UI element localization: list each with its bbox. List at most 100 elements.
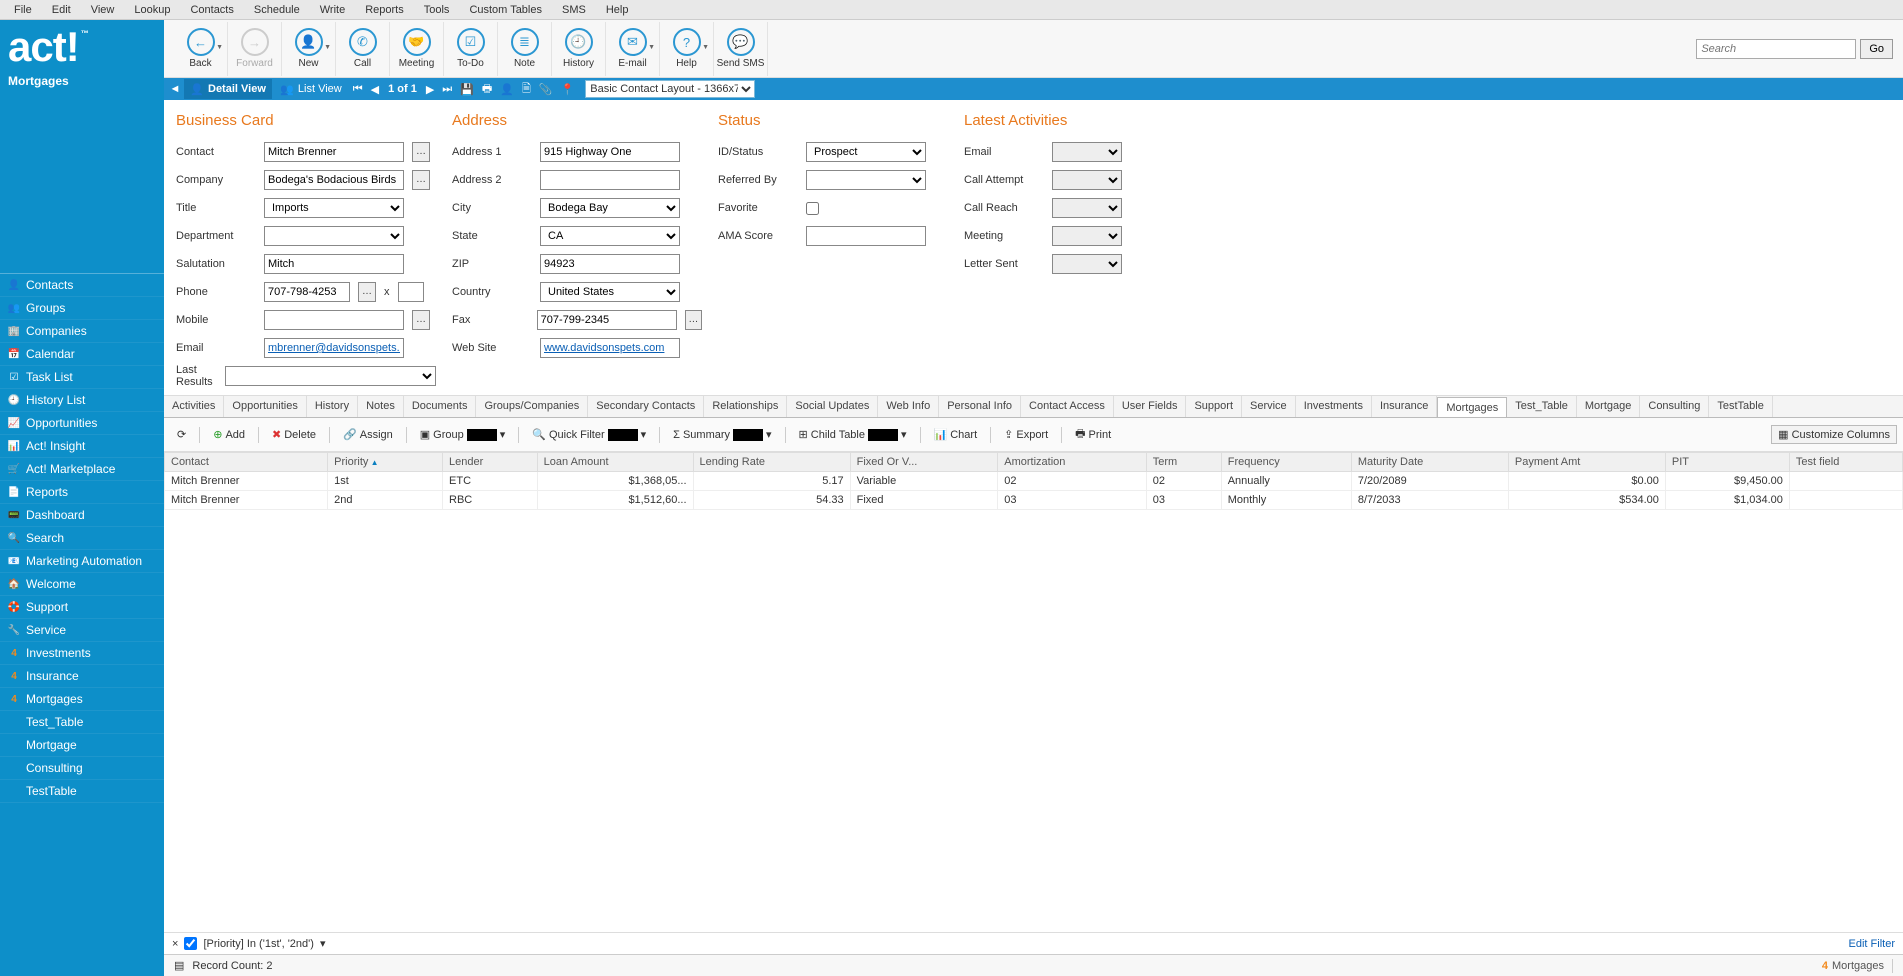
sidebar-item-testtable[interactable]: TestTable xyxy=(0,780,164,803)
menu-view[interactable]: View xyxy=(81,2,125,18)
country-select[interactable]: United States xyxy=(540,282,680,302)
website-field[interactable] xyxy=(540,338,680,358)
address2-field[interactable] xyxy=(540,170,680,190)
tab-opportunities[interactable]: Opportunities xyxy=(224,396,306,417)
tab-secondary-contacts[interactable]: Secondary Contacts xyxy=(588,396,704,417)
chart-button[interactable]: 📊Chart xyxy=(927,425,985,444)
sidebar-item-groups[interactable]: 👥Groups xyxy=(0,297,164,320)
sidebar-item-act-insight[interactable]: 📊Act! Insight xyxy=(0,435,164,458)
sidebar-item-service[interactable]: 🔧Service xyxy=(0,619,164,642)
list-view-button[interactable]: 👥 List View xyxy=(274,79,348,99)
new-button[interactable]: 👤New▼ xyxy=(282,22,336,76)
sidebar-item-dashboard[interactable]: 📟Dashboard xyxy=(0,504,164,527)
tab-insurance[interactable]: Insurance xyxy=(1372,396,1437,417)
tab-history[interactable]: History xyxy=(307,396,358,417)
assign-button[interactable]: 🔗Assign xyxy=(336,425,400,444)
col-lending-rate[interactable]: Lending Rate xyxy=(693,453,850,472)
edit-filter-link[interactable]: Edit Filter xyxy=(1849,938,1895,950)
tab-consulting[interactable]: Consulting xyxy=(1640,396,1709,417)
tab-relationships[interactable]: Relationships xyxy=(704,396,787,417)
referredby-select[interactable] xyxy=(806,170,926,190)
detail-view-button[interactable]: 👤 Detail View xyxy=(184,79,272,99)
tab-personal-info[interactable]: Personal Info xyxy=(939,396,1021,417)
address1-field[interactable] xyxy=(540,142,680,162)
tab-social-updates[interactable]: Social Updates xyxy=(787,396,878,417)
print-button[interactable]: 🖶Print xyxy=(1068,422,1118,447)
export-button[interactable]: ⇪Export xyxy=(997,425,1055,444)
sidebar-item-investments[interactable]: 4Investments xyxy=(0,642,164,665)
contact-icon[interactable]: 👤 xyxy=(497,83,517,96)
mobile-field[interactable] xyxy=(264,310,404,330)
col-pit[interactable]: PIT xyxy=(1665,453,1789,472)
sidebar-item-reports[interactable]: 📄Reports xyxy=(0,481,164,504)
col-maturity-date[interactable]: Maturity Date xyxy=(1351,453,1508,472)
menu-edit[interactable]: Edit xyxy=(42,2,81,18)
sidebar-item-mortgages[interactable]: 4Mortgages xyxy=(0,688,164,711)
contact-field[interactable] xyxy=(264,142,404,162)
menu-custom-tables[interactable]: Custom Tables xyxy=(459,2,552,18)
summary-button[interactable]: ΣSummary ▾ xyxy=(666,425,778,444)
sidebar-item-marketing-automation[interactable]: 📧Marketing Automation xyxy=(0,550,164,573)
help-button[interactable]: ?Help▼ xyxy=(660,22,714,76)
group-button[interactable]: ▣Group ▾ xyxy=(413,425,513,444)
sidebar-item-support[interactable]: 🛟Support xyxy=(0,596,164,619)
col-payment-amt[interactable]: Payment Amt xyxy=(1508,453,1665,472)
sidebar-item-test-table[interactable]: Test_Table xyxy=(0,711,164,734)
tab-documents[interactable]: Documents xyxy=(404,396,477,417)
tab-investments[interactable]: Investments xyxy=(1296,396,1372,417)
col-lender[interactable]: Lender xyxy=(443,453,538,472)
tab-mortgage[interactable]: Mortgage xyxy=(1577,396,1640,417)
department-select[interactable] xyxy=(264,226,404,246)
delete-button[interactable]: ✖Delete xyxy=(265,425,323,444)
company-lookup-button[interactable]: … xyxy=(412,170,430,190)
menu-help[interactable]: Help xyxy=(596,2,639,18)
back-button[interactable]: ←Back▼ xyxy=(174,22,228,76)
col-amortization[interactable]: Amortization xyxy=(998,453,1146,472)
zip-field[interactable] xyxy=(540,254,680,274)
call-button[interactable]: ✆Call xyxy=(336,22,390,76)
col-term[interactable]: Term xyxy=(1146,453,1221,472)
phone-field[interactable] xyxy=(264,282,350,302)
tab-user-fields[interactable]: User Fields xyxy=(1114,396,1187,417)
phone-ext-field[interactable] xyxy=(398,282,424,302)
col-contact[interactable]: Contact xyxy=(165,453,328,472)
childtable-button[interactable]: ⊞Child Table ▾ xyxy=(792,425,914,444)
search-input[interactable] xyxy=(1696,39,1856,59)
la-lettersent-select[interactable] xyxy=(1052,254,1122,274)
salutation-field[interactable] xyxy=(264,254,404,274)
fax-field[interactable] xyxy=(537,310,677,330)
phone-lookup-button[interactable]: … xyxy=(358,282,376,302)
col-priority[interactable]: Priority ▲ xyxy=(328,453,443,472)
sidebar-item-contacts[interactable]: 👤Contacts xyxy=(0,274,164,297)
col-frequency[interactable]: Frequency xyxy=(1221,453,1351,472)
refresh-button[interactable]: ⟳ xyxy=(170,425,193,444)
menu-schedule[interactable]: Schedule xyxy=(244,2,310,18)
city-select[interactable]: Bodega Bay xyxy=(540,198,680,218)
prev-record-icon[interactable]: ◀ xyxy=(368,83,382,96)
doc-icon[interactable]: 🗎 xyxy=(519,80,534,99)
tab-support[interactable]: Support xyxy=(1186,396,1242,417)
la-callattempt-select[interactable] xyxy=(1052,170,1122,190)
filter-enabled-checkbox[interactable] xyxy=(184,937,197,950)
table-row[interactable]: Mitch Brenner1stETC$1,368,05...5.17Varia… xyxy=(165,472,1903,491)
col-loan-amount[interactable]: Loan Amount xyxy=(537,453,693,472)
table-row[interactable]: Mitch Brenner2ndRBC$1,512,60...54.33Fixe… xyxy=(165,491,1903,510)
sidebar-item-act-marketplace[interactable]: 🛒Act! Marketplace xyxy=(0,458,164,481)
favorite-checkbox[interactable] xyxy=(806,202,819,215)
history-button[interactable]: 🕘History xyxy=(552,22,606,76)
state-select[interactable]: CA xyxy=(540,226,680,246)
contact-lookup-button[interactable]: … xyxy=(412,142,430,162)
clear-filter-icon[interactable]: × xyxy=(172,938,178,950)
print-icon[interactable]: 🖶 xyxy=(479,80,495,99)
sidebar-item-search[interactable]: 🔍Search xyxy=(0,527,164,550)
title-select[interactable]: Imports xyxy=(264,198,404,218)
next-record-icon[interactable]: ▶ xyxy=(423,83,437,96)
tab-mortgages[interactable]: Mortgages xyxy=(1437,397,1507,418)
note-button[interactable]: ≣Note xyxy=(498,22,552,76)
la-callreach-select[interactable] xyxy=(1052,198,1122,218)
collapse-icon[interactable]: ◄ xyxy=(168,82,182,96)
tab-contact-access[interactable]: Contact Access xyxy=(1021,396,1114,417)
tab-web-info[interactable]: Web Info xyxy=(878,396,939,417)
menu-write[interactable]: Write xyxy=(310,2,355,18)
la-meeting-select[interactable] xyxy=(1052,226,1122,246)
